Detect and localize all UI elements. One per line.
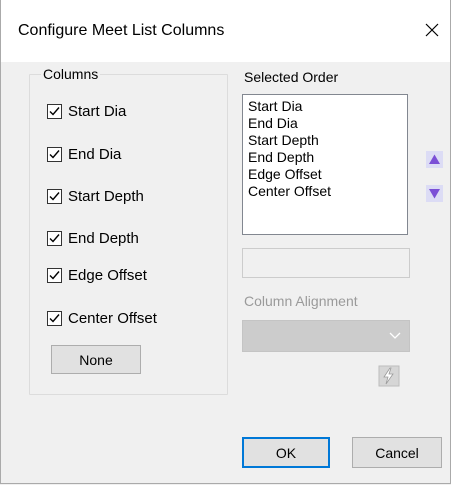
- cancel-button[interactable]: Cancel: [352, 437, 442, 468]
- checkbox-box[interactable]: [47, 188, 62, 204]
- chevron-down-icon: [389, 332, 401, 339]
- checkbox-box[interactable]: [47, 230, 62, 246]
- checkbox-box[interactable]: [47, 103, 62, 119]
- configure-columns-dialog: Configure Meet List Columns Columns Star…: [0, 0, 451, 484]
- checkbox-end-depth[interactable]: End Depth: [47, 228, 139, 248]
- close-button[interactable]: [414, 10, 450, 50]
- checkbox-edge-offset[interactable]: Edge Offset: [47, 265, 147, 285]
- move-up-button[interactable]: [425, 149, 444, 169]
- selected-order-list[interactable]: Start Dia End Dia Start Depth End Depth …: [242, 94, 408, 235]
- close-icon: [425, 23, 439, 37]
- list-item[interactable]: End Depth: [248, 149, 402, 166]
- list-item[interactable]: Start Depth: [248, 132, 402, 149]
- checkbox-label: Start Dia: [68, 102, 127, 120]
- list-item[interactable]: Center Offset: [248, 183, 402, 200]
- checkbox-label: Edge Offset: [68, 266, 147, 284]
- dialog-client-area: Columns Start Dia End Dia Start Depth En…: [1, 62, 450, 483]
- apply-alignment-button: [378, 365, 400, 387]
- checkbox-label: End Depth: [68, 229, 139, 247]
- list-item[interactable]: End Dia: [248, 115, 402, 132]
- checkmark-icon: [49, 149, 60, 159]
- ok-button[interactable]: OK: [242, 437, 330, 468]
- column-alignment-label: Column Alignment: [244, 293, 358, 309]
- checkbox-label: End Dia: [68, 145, 122, 163]
- columns-group-legend: Columns: [41, 66, 101, 82]
- column-name-textbox: [242, 248, 410, 278]
- selected-order-label: Selected Order: [244, 69, 339, 85]
- checkbox-box[interactable]: [47, 310, 62, 326]
- checkmark-icon: [49, 191, 60, 201]
- checkbox-center-offset[interactable]: Center Offset: [47, 308, 157, 328]
- title-bar: Configure Meet List Columns: [1, 0, 450, 62]
- triangle-down-icon: [426, 184, 443, 202]
- checkbox-label: Start Depth: [68, 187, 144, 205]
- checkbox-start-depth[interactable]: Start Depth: [47, 186, 144, 206]
- checkmark-icon: [49, 270, 60, 280]
- checkbox-start-dia[interactable]: Start Dia: [47, 101, 126, 121]
- none-button[interactable]: None: [51, 345, 141, 374]
- checkbox-box[interactable]: [47, 146, 62, 162]
- triangle-up-icon: [426, 150, 443, 168]
- move-down-button[interactable]: [425, 183, 444, 203]
- checkbox-end-dia[interactable]: End Dia: [47, 144, 121, 164]
- list-item[interactable]: Start Dia: [248, 98, 402, 115]
- checkmark-icon: [49, 313, 60, 323]
- checkmark-icon: [49, 233, 60, 243]
- checkbox-box[interactable]: [47, 267, 62, 283]
- lightning-icon: [378, 365, 400, 387]
- checkmark-icon: [49, 106, 60, 116]
- column-alignment-dropdown: [242, 320, 410, 352]
- list-item[interactable]: Edge Offset: [248, 166, 402, 183]
- checkbox-label: Center Offset: [68, 309, 157, 327]
- dialog-title: Configure Meet List Columns: [18, 22, 225, 39]
